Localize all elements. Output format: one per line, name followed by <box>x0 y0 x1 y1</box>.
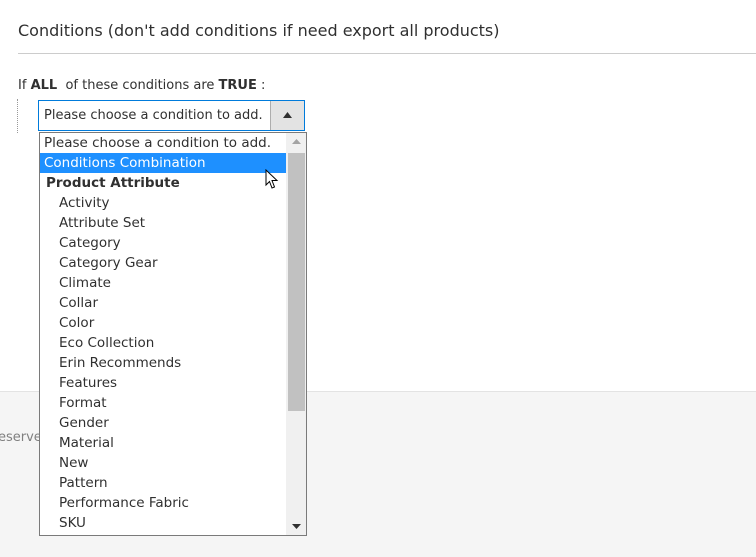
tree-guide <box>17 99 18 133</box>
scroll-up-icon <box>292 139 301 144</box>
option-color[interactable]: Color <box>40 313 286 333</box>
rule-suffix: : <box>261 78 266 93</box>
option-attribute-set[interactable]: Attribute Set <box>40 213 286 233</box>
condition-rule: If ALL of these conditions are TRUE : <box>18 78 265 93</box>
value-link[interactable]: TRUE <box>219 78 257 93</box>
option-category-gear[interactable]: Category Gear <box>40 253 286 273</box>
select-value: Please choose a condition to add. <box>44 108 263 123</box>
select-toggle[interactable] <box>270 101 304 130</box>
optgroup-product-attribute: Product Attribute <box>46 175 180 191</box>
option-climate[interactable]: Climate <box>40 273 286 293</box>
section-divider <box>18 53 756 54</box>
option-pattern[interactable]: Pattern <box>40 473 286 493</box>
option-features[interactable]: Features <box>40 373 286 393</box>
caret-up-icon <box>283 112 292 118</box>
option-collar[interactable]: Collar <box>40 293 286 313</box>
option-material[interactable]: Material <box>40 433 286 453</box>
new-condition-select[interactable]: Please choose a condition to add. <box>38 100 305 131</box>
option-format[interactable]: Format <box>40 393 286 413</box>
option-new[interactable]: New <box>40 453 286 473</box>
scroll-up-button[interactable] <box>286 133 306 150</box>
option-sku[interactable]: SKU <box>40 513 286 533</box>
section-title: Conditions (don't add conditions if need… <box>18 21 500 40</box>
condition-dropdown-list[interactable]: Please choose a condition to add. Conditi… <box>39 132 307 536</box>
dropdown-scrollbar[interactable] <box>286 133 306 535</box>
option-please-choose-a-condition-to-add[interactable]: Please choose a condition to add. <box>40 133 286 153</box>
mouse-pointer-icon <box>265 169 279 189</box>
rule-prefix: If <box>18 78 27 93</box>
option-performance-fabric[interactable]: Performance Fabric <box>40 493 286 513</box>
footer-copyright: eserve <box>0 430 42 445</box>
option-conditions-combination[interactable]: Conditions Combination <box>40 153 286 173</box>
rule-middle: of these conditions are <box>65 78 215 93</box>
option-activity[interactable]: Activity <box>40 193 286 213</box>
scroll-down-icon <box>292 524 301 529</box>
option-gender[interactable]: Gender <box>40 413 286 433</box>
option-category[interactable]: Category <box>40 233 286 253</box>
option-eco-collection[interactable]: Eco Collection <box>40 333 286 353</box>
aggregator-link[interactable]: ALL <box>31 78 58 93</box>
option-erin-recommends[interactable]: Erin Recommends <box>40 353 286 373</box>
scroll-thumb[interactable] <box>288 153 305 411</box>
scroll-down-button[interactable] <box>286 518 306 535</box>
